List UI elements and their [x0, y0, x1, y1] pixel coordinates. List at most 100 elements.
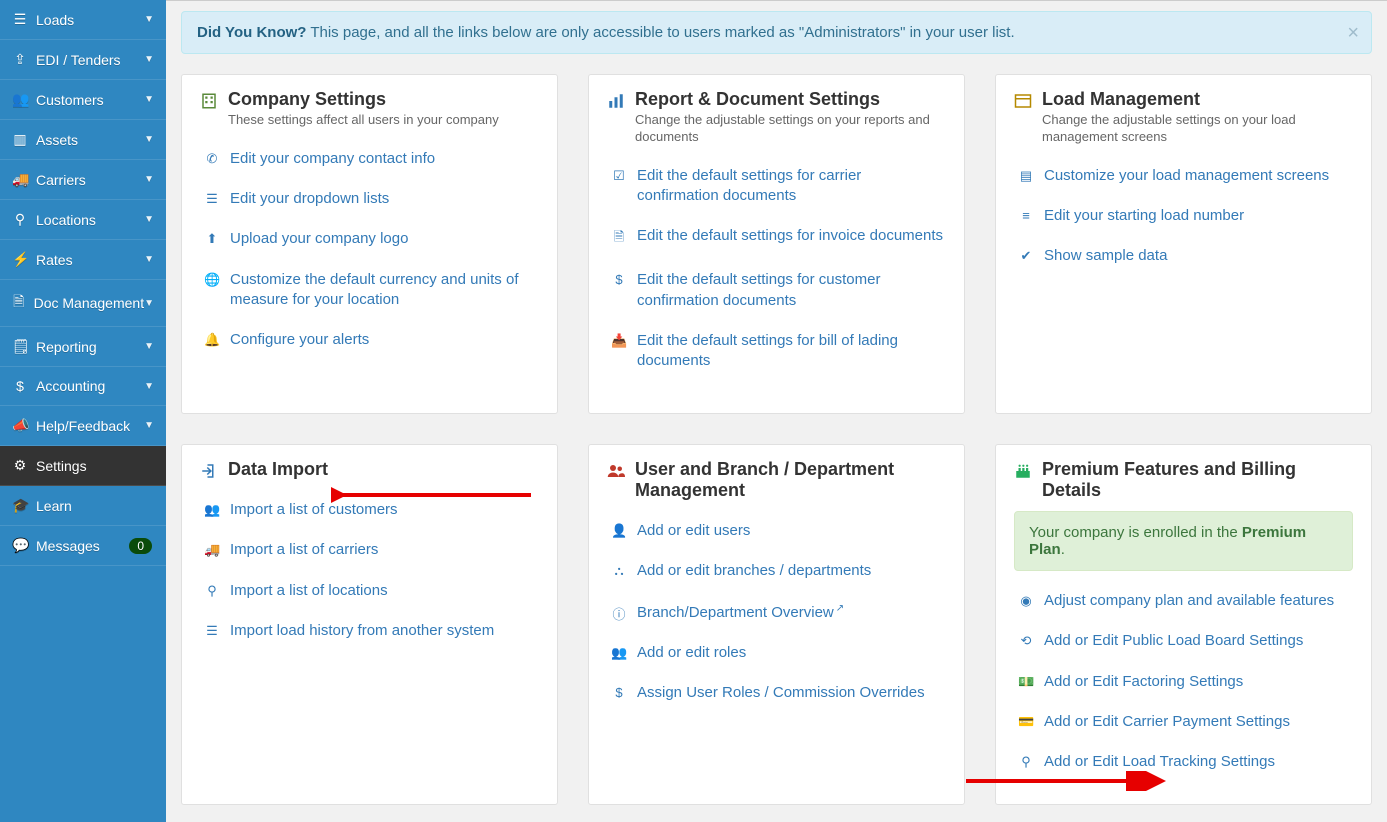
sidebar-item-learn[interactable]: 🎓Learn [0, 486, 166, 526]
link-import-load-history[interactable]: Import load history from another system [230, 621, 494, 641]
sidebar-item-reporting[interactable]: 🗒 Reporting ▼ [0, 327, 166, 367]
sidebar-label: Carriers [36, 172, 86, 188]
sidebar-label: Accounting [36, 378, 105, 394]
link-load-board[interactable]: Add or Edit Public Load Board Settings [1044, 631, 1303, 651]
card-data-import: Data Import 👥Import a list of customers … [181, 444, 558, 805]
dollar-icon: $ [12, 378, 28, 394]
pin-icon: ⚲ [1018, 754, 1034, 770]
gears-icon: ⚙ [12, 457, 28, 474]
card-links: 👥Import a list of customers 🚚Import a li… [200, 490, 539, 651]
sidebar-item-messages[interactable]: 💬Messages 0 [0, 526, 166, 566]
link-customer-confirm[interactable]: Edit the default settings for customer c… [637, 270, 946, 311]
inbox-icon: 📥 [611, 333, 627, 349]
card-links: ◉Adjust company plan and available featu… [1014, 581, 1353, 782]
link-adjust-plan[interactable]: Adjust company plan and available featur… [1044, 591, 1334, 611]
link-add-users[interactable]: Add or edit users [637, 521, 750, 541]
chevron-down-icon: ▼ [144, 174, 154, 185]
link-import-locations[interactable]: Import a list of locations [230, 581, 388, 601]
card-user-management: User and Branch / Department Management … [588, 444, 965, 805]
sidebar-label: Help/Feedback [36, 418, 130, 434]
sidebar-label: Settings [36, 458, 87, 474]
report-icon: 🗒 [12, 338, 28, 355]
sitemap-icon: ⛬ [611, 563, 627, 579]
globe-icon: 🌐 [204, 272, 220, 288]
card-title: User and Branch / Department Management [635, 459, 946, 501]
link-import-carriers[interactable]: Import a list of carriers [230, 540, 378, 560]
sidebar-item-doc-management[interactable]: 🗎Doc Management ▼ [0, 280, 166, 327]
sidebar-item-carriers[interactable]: 🚚 Carriers ▼ [0, 160, 166, 200]
sidebar-item-help[interactable]: 📣 Help/Feedback ▼ [0, 406, 166, 446]
list-icon: ☰ [204, 191, 220, 207]
info-icon: ⓘ [611, 604, 627, 623]
link-dropdowns[interactable]: Edit your dropdown lists [230, 189, 389, 209]
link-customize-screens[interactable]: Customize your load management screens [1044, 166, 1329, 186]
layout-icon: ▤ [1018, 168, 1034, 184]
bar-chart-icon [607, 92, 625, 110]
link-invoice[interactable]: Edit the default settings for invoice do… [637, 226, 943, 246]
chat-icon: 💬 [12, 537, 28, 554]
link-factoring[interactable]: Add or Edit Factoring Settings [1044, 672, 1243, 692]
dollar-icon: $ [611, 272, 627, 287]
bullhorn-icon: 📣 [12, 417, 28, 434]
chevron-down-icon: ▼ [144, 134, 154, 145]
users-icon: 👥 [204, 502, 220, 518]
chevron-down-icon: ▼ [144, 254, 154, 265]
card-company-settings: Company Settings These settings affect a… [181, 74, 558, 414]
link-add-roles[interactable]: Add or edit roles [637, 643, 746, 663]
sidebar-label: EDI / Tenders [36, 52, 121, 68]
link-alerts[interactable]: Configure your alerts [230, 330, 369, 350]
doc-icon: 🗎 [12, 291, 26, 315]
truck-icon: 🚚 [12, 171, 28, 188]
link-start-load-number[interactable]: Edit your starting load number [1044, 206, 1244, 226]
link-upload-logo[interactable]: Upload your company logo [230, 229, 408, 249]
sidebar-item-edi[interactable]: ⇪EDI / Tenders ▼ [0, 40, 166, 80]
alert-body: This page, and all the links below are o… [310, 24, 1014, 41]
card-icon: 💳 [1018, 714, 1034, 730]
link-load-tracking[interactable]: Add or Edit Load Tracking Settings [1044, 752, 1275, 772]
bolt-icon: ⚡ [12, 251, 28, 268]
link-commission[interactable]: Assign User Roles / Commission Overrides [637, 683, 925, 703]
sidebar-label: Customers [36, 92, 104, 108]
card-links: ▤Customize your load management screens … [1014, 156, 1353, 277]
link-bol[interactable]: Edit the default settings for bill of la… [637, 331, 946, 372]
premium-plan-note: Your company is enrolled in the Premium … [1014, 511, 1353, 571]
file-icon: 🗎 [611, 228, 627, 250]
sidebar-item-rates[interactable]: ⚡Rates ▼ [0, 240, 166, 280]
sidebar-item-assets[interactable]: ▥Assets ▼ [0, 120, 166, 160]
link-import-customers[interactable]: Import a list of customers [230, 500, 398, 520]
card-links: ✆Edit your company contact info ☰Edit yo… [200, 139, 539, 361]
signin-icon [200, 462, 218, 480]
card-title: Report & Document Settings [635, 89, 946, 110]
card-title: Company Settings [228, 89, 499, 110]
link-carrier-confirm[interactable]: Edit the default settings for carrier co… [637, 166, 946, 207]
chevron-down-icon: ▼ [144, 420, 154, 431]
chevron-down-icon: ▼ [144, 341, 154, 352]
chevron-down-icon: ▼ [144, 54, 154, 65]
chevron-down-icon: ▼ [144, 214, 154, 225]
check-icon: ☑ [611, 168, 627, 184]
close-icon[interactable]: × [1347, 22, 1359, 45]
link-currency-units[interactable]: Customize the default currency and units… [230, 270, 539, 311]
card-subtitle: These settings affect all users in your … [228, 112, 499, 129]
sidebar-spacer [0, 566, 166, 822]
sidebar-item-customers[interactable]: 👥Customers ▼ [0, 80, 166, 120]
sidebar-label: Locations [36, 212, 96, 228]
alert-title: Did You Know? [197, 24, 306, 41]
barcode-icon: ▥ [12, 131, 28, 148]
sidebar-item-locations[interactable]: ⚲Locations ▼ [0, 200, 166, 240]
card-subtitle: Change the adjustable settings on your r… [635, 112, 946, 146]
sidebar-item-loads[interactable]: ☰Loads ▼ [0, 0, 166, 40]
sidebar-item-accounting[interactable]: $Accounting ▼ [0, 367, 166, 406]
sidebar-label: Reporting [36, 339, 97, 355]
sidebar-item-settings[interactable]: ⚙ Settings [0, 446, 166, 486]
link-company-contact[interactable]: Edit your company contact info [230, 149, 435, 169]
link-sample-data[interactable]: Show sample data [1044, 246, 1167, 266]
card-report-settings: Report & Document Settings Change the ad… [588, 74, 965, 414]
users-icon: 👥 [611, 645, 627, 661]
link-add-branches[interactable]: Add or edit branches / departments [637, 561, 871, 581]
chevron-down-icon: ▼ [144, 14, 154, 25]
cards-grid: Company Settings These settings affect a… [181, 74, 1372, 805]
link-branch-overview[interactable]: Branch/Department Overview↗ [637, 602, 844, 623]
card-load-management: Load Management Change the adjustable se… [995, 74, 1372, 414]
link-carrier-payment[interactable]: Add or Edit Carrier Payment Settings [1044, 712, 1290, 732]
